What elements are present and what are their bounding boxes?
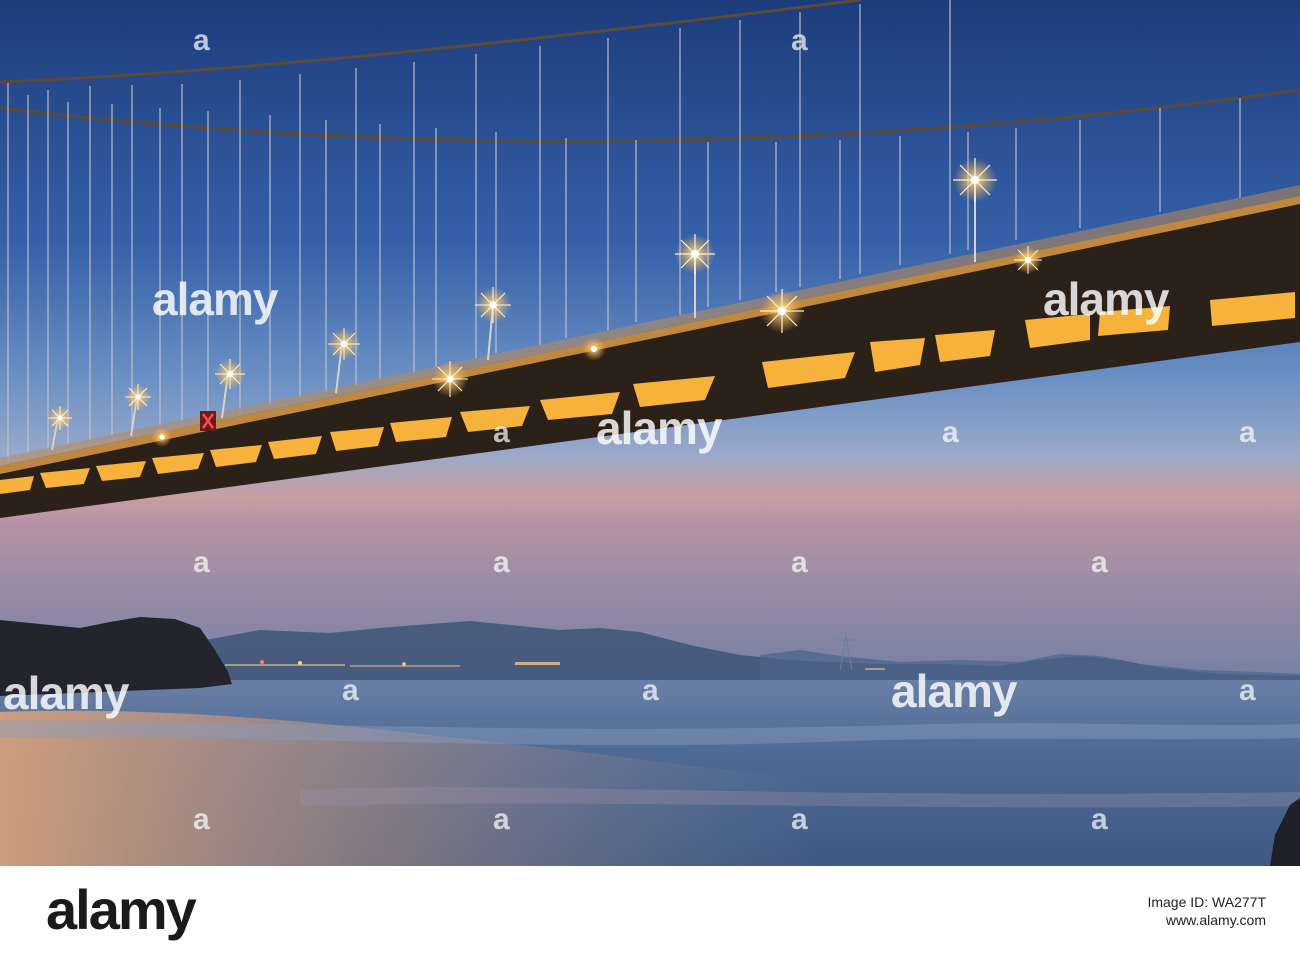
site-link[interactable]: www.alamy.com — [1147, 912, 1266, 930]
footer-info: Image ID: WA277T www.alamy.com — [1147, 894, 1266, 929]
footer-bar: alamy Image ID: WA277T www.alamy.com — [0, 866, 1300, 956]
headland-cliff — [0, 617, 232, 696]
red-x-sign — [200, 411, 216, 431]
photo-stage: a a alamy alamy a alamy a a a a a a alam… — [0, 0, 1300, 956]
bridge-photo — [0, 0, 1300, 866]
image-id: Image ID: WA277T — [1147, 894, 1266, 910]
alamy-logo[interactable]: alamy — [46, 882, 197, 938]
